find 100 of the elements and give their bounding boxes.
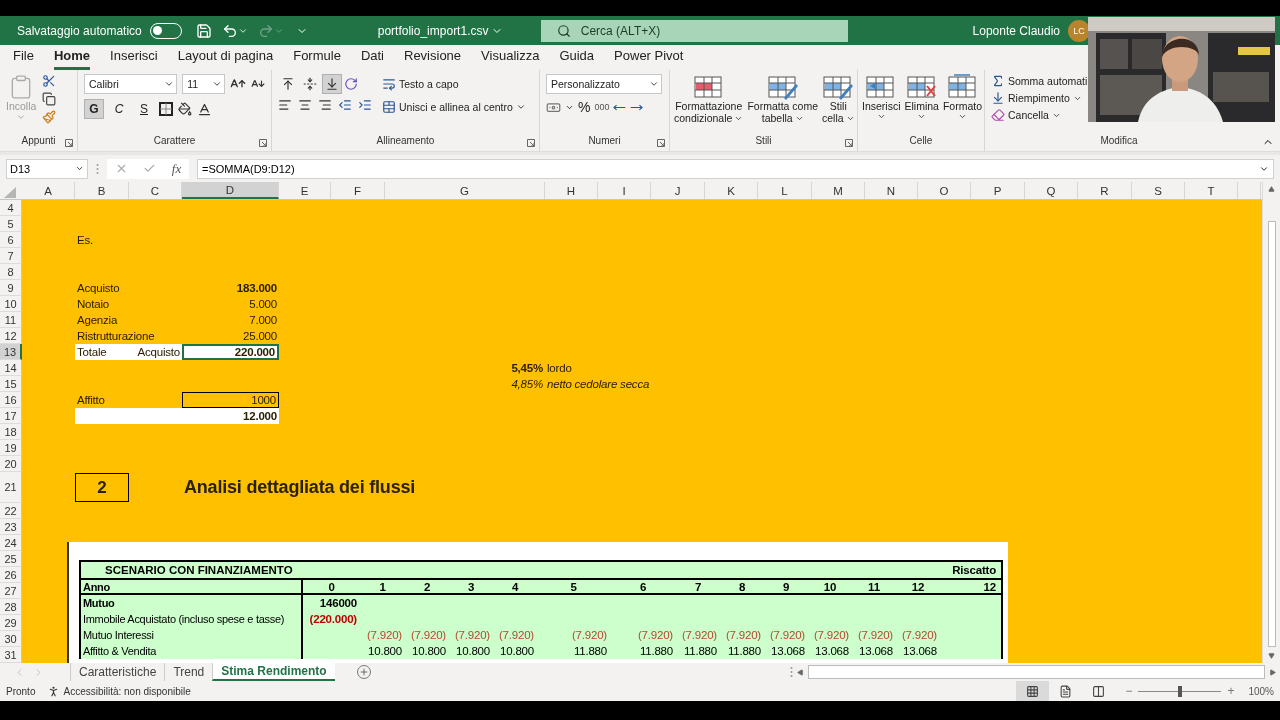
ribbon-tab[interactable]: Layout di pagina	[177, 48, 274, 70]
row-header[interactable]: 10	[0, 296, 22, 312]
column-header[interactable]: J	[651, 182, 705, 199]
column-header[interactable]: L	[758, 182, 812, 199]
column-header[interactable]: S	[1132, 182, 1185, 199]
column-header[interactable]: F	[331, 182, 385, 199]
borders-icon[interactable]	[159, 102, 173, 116]
row-header[interactable]: 9	[0, 280, 22, 296]
sheet-tab[interactable]: Stima Rendimento	[212, 663, 335, 681]
row-header[interactable]: 13	[0, 344, 22, 360]
ribbon-tab[interactable]: Visualizza	[481, 48, 540, 70]
row-header[interactable]: 5	[0, 216, 22, 232]
row-header[interactable]: 17	[0, 408, 22, 424]
row-header[interactable]: 26	[0, 567, 22, 583]
row-header[interactable]: 28	[0, 599, 22, 615]
ribbon-tab[interactable]: Formule	[293, 48, 341, 70]
column-header[interactable]: P	[971, 182, 1025, 199]
text-angle-icon[interactable]	[344, 77, 358, 91]
dialog-launcher-icon[interactable]	[527, 139, 535, 147]
column-header[interactable]: A	[22, 182, 75, 199]
row-header[interactable]: 18	[0, 424, 22, 440]
font-size-select[interactable]: 11	[182, 74, 225, 94]
formula-field[interactable]: =SOMMA(D9:D12)	[197, 158, 1274, 179]
insert-function-button[interactable]: fx	[171, 160, 182, 177]
cells-button[interactable]: Inserisci	[862, 74, 901, 135]
bold-button[interactable]: G	[84, 99, 104, 119]
row-header[interactable]: 29	[0, 615, 22, 631]
scroll-up-icon[interactable]	[1268, 186, 1275, 193]
row-header[interactable]: 4	[0, 200, 22, 216]
cells-button[interactable]: Elimina	[904, 74, 939, 135]
search-field[interactable]: Cerca (ALT+X)	[540, 19, 848, 42]
dialog-launcher-icon[interactable]	[845, 139, 853, 147]
file-name[interactable]: portfolio_import1.csv	[377, 23, 489, 38]
column-header[interactable]: Q	[1025, 182, 1078, 199]
scrollbar-thumb[interactable]	[808, 665, 1265, 679]
normal-view-button[interactable]	[1016, 681, 1050, 701]
row-header[interactable]: 30	[0, 631, 22, 647]
merge-center-button[interactable]: Unisci e allinea al centro	[382, 100, 526, 114]
dialog-launcher-icon[interactable]	[259, 139, 267, 147]
font-color-icon[interactable]	[197, 101, 212, 117]
row-header[interactable]: 12	[0, 328, 22, 344]
align-left-icon[interactable]	[278, 98, 292, 112]
column-header[interactable]: E	[279, 182, 331, 199]
row-header[interactable]: 15	[0, 376, 22, 392]
align-right-icon[interactable]	[318, 98, 332, 112]
column-header[interactable]: K	[705, 182, 758, 199]
slider-thumb[interactable]	[1177, 685, 1182, 697]
scroll-right-icon[interactable]	[1269, 668, 1276, 676]
row-header[interactable]: 22	[0, 503, 22, 519]
scroll-left-icon[interactable]	[797, 668, 804, 676]
underline-button[interactable]: S	[134, 99, 154, 119]
row-header[interactable]: 23	[0, 519, 22, 535]
scroll-down-icon[interactable]	[1268, 652, 1275, 659]
zoom-level[interactable]: 100%	[1248, 685, 1274, 697]
ribbon-tab[interactable]: Inserisci	[110, 48, 158, 70]
ribbon-tab[interactable]: Power Pivot	[614, 48, 684, 70]
ribbon-tab[interactable]: Guida	[559, 48, 595, 70]
column-header[interactable]: T	[1185, 182, 1238, 199]
font-select[interactable]: Calibri	[84, 74, 178, 94]
row-header[interactable]: 25	[0, 551, 22, 567]
undo-icon[interactable]	[221, 22, 238, 39]
accessibility-status[interactable]: Accessibilità: non disponibile	[47, 684, 191, 698]
edit-command[interactable]: Somma automati	[991, 74, 1088, 88]
row-header[interactable]: 19	[0, 440, 22, 456]
number-format-select[interactable]: Personalizzato	[546, 74, 662, 94]
user-name[interactable]: Loponte Claudio	[972, 23, 1060, 38]
column-header[interactable]: N	[865, 182, 918, 199]
wrap-text-button[interactable]: Testo a capo	[382, 77, 526, 91]
row-header[interactable]: 16	[0, 392, 22, 408]
copy-icon[interactable]	[42, 92, 57, 106]
row-header[interactable]: 8	[0, 264, 22, 280]
zoom-in-button[interactable]: +	[1227, 684, 1235, 698]
vertical-align-button[interactable]	[322, 74, 342, 94]
decrease-indent-icon[interactable]	[338, 98, 352, 112]
styles-button[interactable]: Formattazione condizionale	[674, 74, 744, 135]
ribbon-tab[interactable]: Dati	[360, 48, 384, 70]
percent-button[interactable]: %	[578, 99, 591, 115]
row-header[interactable]: 14	[0, 360, 22, 376]
dialog-launcher-icon[interactable]	[657, 139, 665, 147]
row-header[interactable]: 27	[0, 583, 22, 599]
column-header[interactable]: B	[75, 182, 129, 199]
cells-button[interactable]: Formato	[942, 74, 983, 135]
align-center-icon[interactable]	[298, 98, 312, 112]
ribbon-tab[interactable]: File	[13, 48, 34, 70]
edit-command[interactable]: Cancella	[991, 108, 1088, 122]
row-header[interactable]: 6	[0, 232, 22, 248]
zoom-out-button[interactable]: −	[1125, 684, 1133, 698]
row-header[interactable]: 20	[0, 456, 22, 472]
column-header[interactable]: D	[182, 182, 279, 199]
save-icon[interactable]	[195, 22, 212, 39]
row-header[interactable]: 31	[0, 647, 22, 663]
styles-button[interactable]: Formatta come tabella	[747, 74, 818, 135]
column-header[interactable]: H	[545, 182, 598, 199]
thousands-button[interactable]: 000	[594, 102, 610, 112]
increase-indent-icon[interactable]	[358, 98, 372, 112]
row-header[interactable]: 11	[0, 312, 22, 328]
column-header[interactable]: M	[812, 182, 865, 199]
fill-color-icon[interactable]	[178, 102, 192, 116]
scissors-icon[interactable]	[42, 74, 57, 88]
dialog-launcher-icon[interactable]	[65, 139, 73, 147]
